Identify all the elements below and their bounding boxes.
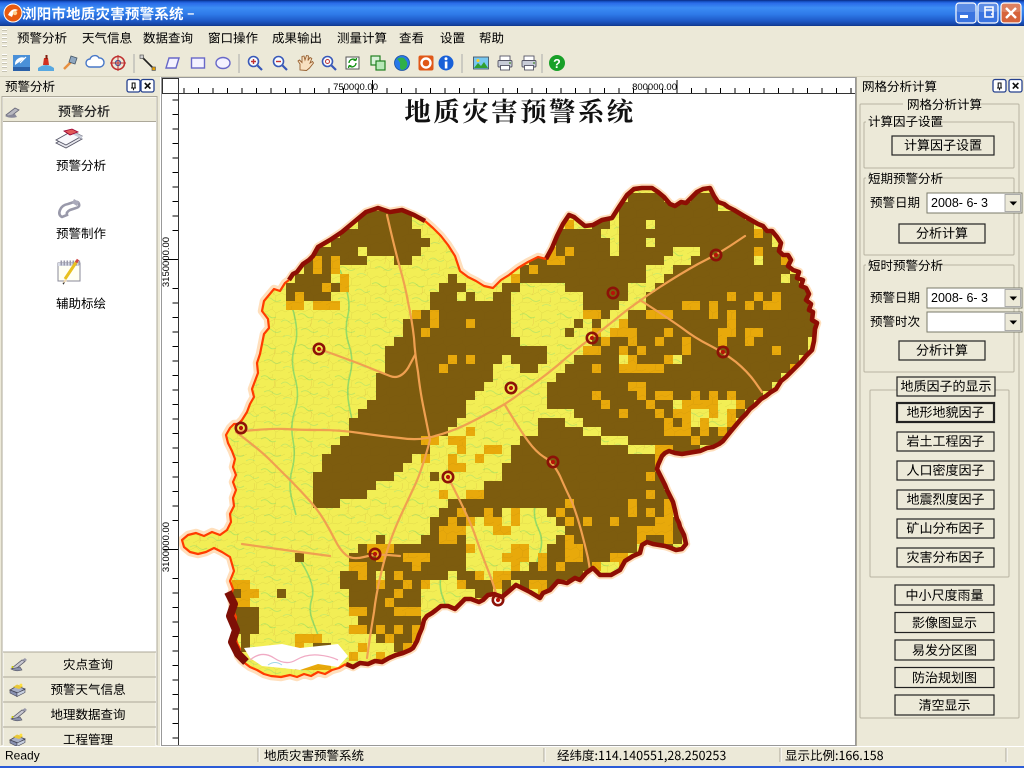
svg-text:Ready: Ready <box>5 749 40 763</box>
svg-text:2008- 6- 3: 2008- 6- 3 <box>931 291 988 305</box>
svg-text:2008- 6- 3: 2008- 6- 3 <box>931 196 988 210</box>
